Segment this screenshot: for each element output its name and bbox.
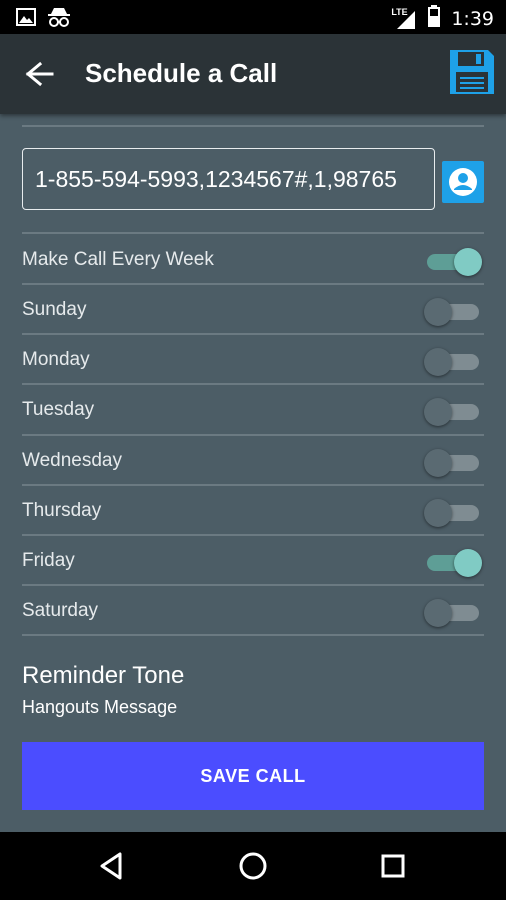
divider <box>22 634 484 636</box>
navigation-bar <box>0 832 506 900</box>
day-label: Tuesday <box>22 399 95 420</box>
recents-square-icon <box>381 854 405 878</box>
signal-icon: LTE <box>391 7 417 31</box>
save-call-button[interactable]: SAVE CALL <box>22 742 484 810</box>
clock: 1:39 <box>451 7 494 30</box>
nav-back-button[interactable] <box>94 848 130 884</box>
battery-icon <box>427 4 441 33</box>
friday-switch[interactable] <box>424 549 482 577</box>
home-circle-icon <box>239 852 267 880</box>
day-label: Saturday <box>22 600 99 621</box>
monday-switch[interactable] <box>424 348 482 376</box>
wednesday-switch[interactable] <box>424 449 482 477</box>
day-row-friday[interactable]: Friday <box>22 536 484 586</box>
save-toolbar-button[interactable] <box>448 48 496 96</box>
day-label: Thursday <box>22 500 102 521</box>
day-label: Wednesday <box>22 450 122 471</box>
day-row-tuesday[interactable]: Tuesday <box>22 385 484 435</box>
weekly-toggle-label: Make Call Every Week <box>22 249 214 270</box>
pick-contact-button[interactable] <box>442 161 484 203</box>
day-label: Friday <box>22 550 75 571</box>
schedule-form: Make Call Every Week Sunday Monday Tuesd… <box>0 114 506 832</box>
sunday-switch[interactable] <box>424 298 482 326</box>
weekly-switch[interactable] <box>424 248 482 276</box>
back-button[interactable] <box>20 56 60 92</box>
reminder-tone-title: Reminder Tone <box>22 662 185 689</box>
nav-home-button[interactable] <box>235 848 271 884</box>
contact-icon <box>449 168 477 196</box>
phone-number-input[interactable] <box>22 148 435 210</box>
weekly-toggle-row[interactable]: Make Call Every Week <box>22 235 484 285</box>
incognito-icon <box>46 6 72 33</box>
day-row-wednesday[interactable]: Wednesday <box>22 436 484 486</box>
day-row-sunday[interactable]: Sunday <box>22 285 484 335</box>
reminder-tone-value: Hangouts Message <box>22 697 178 717</box>
saturday-switch[interactable] <box>424 599 482 627</box>
day-label: Monday <box>22 349 90 370</box>
arrow-back-icon <box>25 61 54 87</box>
app-bar: Schedule a Call <box>0 34 506 114</box>
nav-recents-button[interactable] <box>375 848 411 884</box>
day-row-monday[interactable]: Monday <box>22 335 484 385</box>
day-row-thursday[interactable]: Thursday <box>22 486 484 536</box>
divider <box>22 232 484 234</box>
day-label: Sunday <box>22 299 87 320</box>
thursday-switch[interactable] <box>424 499 482 527</box>
back-triangle-icon <box>100 852 122 880</box>
divider <box>22 125 484 127</box>
status-bar: LTE 1:39 <box>0 0 506 34</box>
page-title: Schedule a Call <box>85 58 278 88</box>
tuesday-switch[interactable] <box>424 398 482 426</box>
image-icon <box>16 8 36 31</box>
floppy-disk-icon <box>450 50 494 94</box>
day-row-saturday[interactable]: Saturday <box>22 586 484 636</box>
